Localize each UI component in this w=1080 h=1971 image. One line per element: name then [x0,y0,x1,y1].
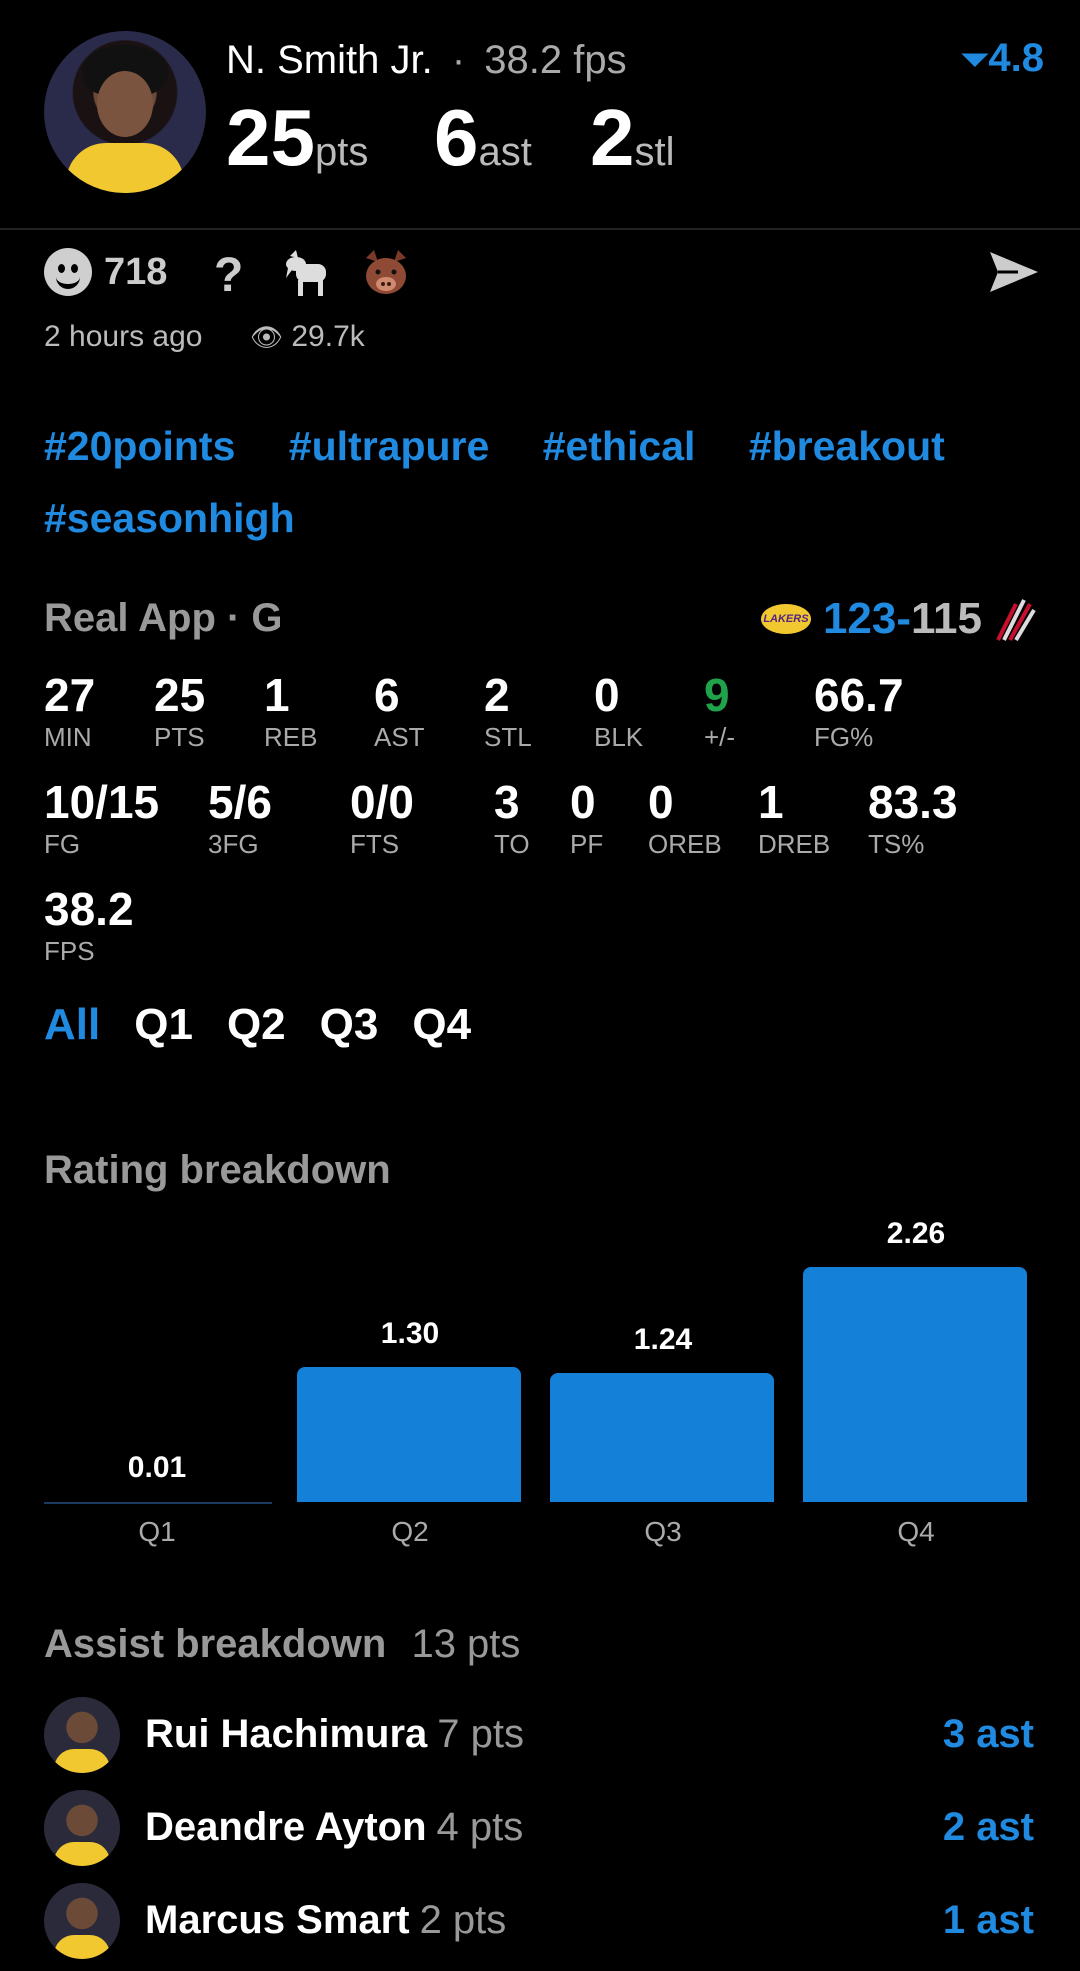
smiley-reaction[interactable]: 718 [44,248,167,296]
assist-count: 2 ast [942,1805,1034,1849]
fps-text: 38.2 fps [484,38,627,82]
lakers-logo: LAKERS [760,604,811,634]
ast-stat: 6ast [434,92,532,184]
pts-stat: 25pts [226,92,368,184]
tab-q2[interactable]: Q2 [227,1000,286,1050]
assist-breakdown-header: Assist breakdown 13 pts [44,1622,520,1667]
send-icon [990,252,1038,292]
stat-ast: 6 AST [374,669,425,752]
hashtag-list: #20points #ultrapure #ethical #breakout … [44,410,1044,554]
stat-pf: 0 PF [570,776,604,859]
post-time: 2 hours ago [44,320,203,353]
share-button[interactable] [988,250,1040,299]
avatar [44,1790,120,1866]
stat-dreb: 1 DREB [758,776,831,859]
assist-count: 3 ast [942,1712,1034,1756]
stat-pts: 25 PTS [154,669,206,752]
stat-fg-pct: 66.7 FG% [814,669,904,752]
hashtag[interactable]: #20points [44,410,235,482]
assist-count: 1 ast [942,1898,1034,1942]
goat-reaction[interactable] [282,248,334,298]
smiley-count: 718 [104,250,168,293]
stat-oreb: 0 OREB [648,776,722,859]
ast-unit: ast [478,130,532,174]
tab-q4[interactable]: Q4 [412,1000,471,1050]
ast-value: 6 [434,93,479,182]
chart-category-label: Q4 [897,1516,935,1547]
chart-bar-q4[interactable] [803,1267,1027,1502]
stat-fts: 0/0 FTS [350,776,414,859]
stl-stat: 2stl [590,92,675,184]
question-reaction[interactable]: ? [214,248,243,303]
quarter-tabs: All Q1 Q2 Q3 Q4 [44,1000,471,1050]
tab-q3[interactable]: Q3 [320,1000,379,1050]
assist-player: Deandre Ayton 4 pts [145,1805,524,1849]
player-name-line: N. Smith Jr. · 38.2 fps [226,38,627,83]
assist-player: Rui Hachimura 7 pts [145,1712,525,1756]
smiley-icon [44,248,92,296]
chart-value-label: 1.24 [633,1323,693,1357]
pts-value: 25 [226,93,315,182]
score-own: 123 [822,594,897,643]
stat-to: 3 TO [494,776,530,859]
hashtag[interactable]: #ethical [543,410,696,482]
assist-breakdown-title: Assist breakdown [44,1622,387,1666]
stat-reb: 1 REB [264,669,318,752]
score-opp: 115 [911,594,982,643]
chart-bar-q3[interactable] [550,1373,774,1502]
stl-value: 2 [590,93,635,182]
stat-3fg: 5/6 3FG [208,776,272,859]
rating-value: 4.8 [988,36,1044,80]
chart-category-label: Q2 [391,1516,429,1547]
header-divider [0,228,1080,230]
chart-bar-q2[interactable] [297,1366,521,1502]
stat-ts-pct: 83.3 TS% [868,776,958,859]
chart-baseline [44,1502,272,1504]
chart-value-label: 1.30 [380,1316,440,1350]
boar-icon [366,250,406,294]
chart-value-label: 0.01 [127,1450,187,1484]
stat-stl: 2 STL [484,669,532,752]
views-count: 👁 29.7k [250,320,365,354]
chart-value-label: 2.26 [886,1217,946,1250]
chart-category-label: Q1 [138,1516,176,1547]
rating-chart: 0.01 Q1 1.30 Q2 1.24 Q3 2.26 Q4 [44,1217,1036,1560]
avatar [44,1883,120,1959]
pts-unit: pts [314,130,369,174]
hashtag[interactable]: #breakout [749,410,945,482]
assist-total: 13 pts [411,1622,521,1666]
rating-filter-icon: ⏷ [961,41,989,79]
separator-dot: · [451,38,466,82]
stat-fps: 38.2 FPS [44,883,134,966]
game-score[interactable]: LAKERS 123-115 [760,594,1036,644]
stat-blk: 0 BLK [594,669,644,752]
rating-breakdown-title: Rating breakdown [44,1148,391,1192]
player-name[interactable]: N. Smith Jr. [226,38,433,82]
hashtag[interactable]: #ultrapure [289,410,490,482]
goat-icon [286,250,326,296]
player-avatar[interactable] [44,31,206,193]
question-icon: ? [214,249,244,302]
stat-min: 27 MIN [44,669,96,752]
tab-all[interactable]: All [44,1000,100,1050]
score-dash: - [896,594,912,643]
views-value: 29.7k [291,320,365,353]
stat-plus-minus: 9 +/- [704,669,736,752]
stl-unit: stl [634,130,675,174]
chart-category-label: Q3 [644,1516,682,1547]
rating-badge[interactable]: ⏷4.8 [961,36,1044,81]
eye-icon: 👁 [250,322,284,352]
assist-player: Marcus Smart 2 pts [145,1898,507,1942]
tab-q1[interactable]: Q1 [134,1000,193,1050]
stat-fg: 10/15 FG [44,776,160,859]
game-source: Real App · G [44,596,283,640]
hashtag[interactable]: #seasonhigh [44,482,295,554]
blazers-logo [996,599,1036,642]
boar-reaction[interactable] [360,248,412,298]
avatar [44,1697,120,1773]
